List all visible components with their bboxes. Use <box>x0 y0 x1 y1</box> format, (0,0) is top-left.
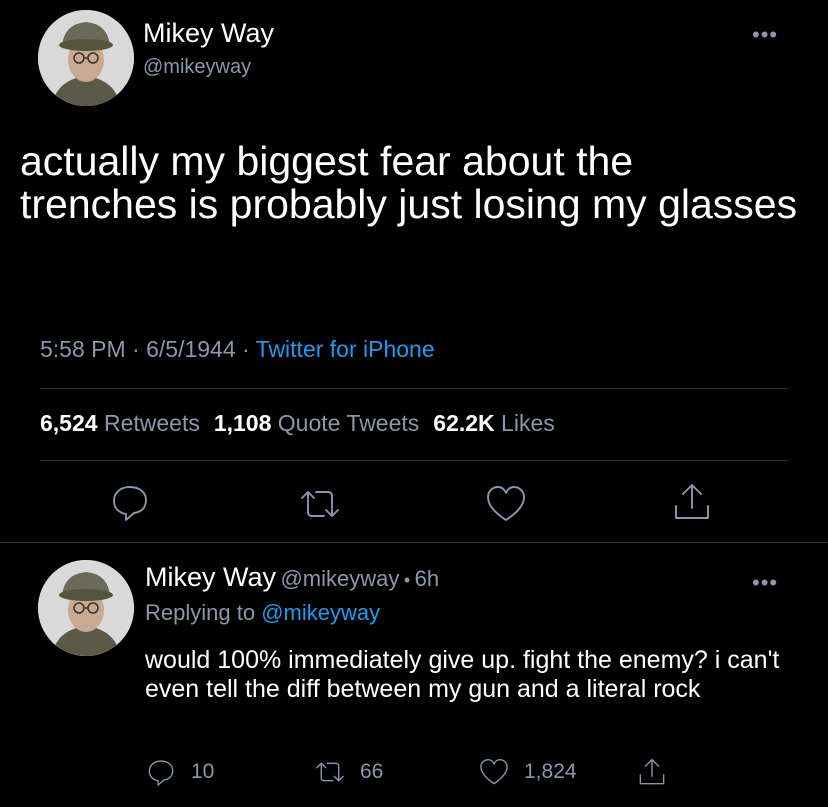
retweets-label: Retweets <box>103 410 200 436</box>
like-icon <box>480 758 508 785</box>
divider <box>40 460 788 461</box>
reply-author-handle[interactable]: @mikeyway <box>280 566 399 591</box>
meta-separator: · <box>235 336 256 362</box>
replying-to: Replying to @mikeyway <box>145 600 380 626</box>
like-icon <box>487 486 525 521</box>
retweet-count: 66 <box>360 760 384 783</box>
reply-icon <box>148 760 174 786</box>
likes-label: Likes <box>501 410 555 436</box>
reply-button[interactable] <box>108 480 152 524</box>
quotes-count: 1,108 <box>213 410 272 436</box>
replying-to-link[interactable]: @mikeyway <box>261 600 380 625</box>
tweet-source-link[interactable]: Twitter for iPhone <box>256 336 435 362</box>
retweet-icon <box>316 762 344 782</box>
reply-time[interactable]: 6h <box>415 566 439 591</box>
tweet-date[interactable]: 6/5/1944 <box>146 336 236 362</box>
tweet-text: actually my biggest fear about the trenc… <box>20 138 798 227</box>
reply-icon <box>113 486 147 521</box>
retweets-stat[interactable]: 6,524 Retweets <box>40 410 200 436</box>
reply-text: would 100% immediately give up. fight th… <box>145 646 780 703</box>
likes-count: 62.2K <box>433 410 495 436</box>
avatar-photo <box>38 560 134 656</box>
tweet-meta: 5:58 PM · 6/5/1944 · Twitter for iPhone <box>40 336 435 363</box>
reply-author-name[interactable]: Mikey Way <box>145 562 276 592</box>
tweet-time[interactable]: 5:58 PM <box>40 336 126 362</box>
reply-header: Mikey Way @mikeyway • 6h <box>145 562 439 593</box>
like-count: 1,824 <box>524 760 577 783</box>
author-handle[interactable]: @mikeyway <box>143 56 251 79</box>
reply-reply-button[interactable]: 10 <box>145 756 214 788</box>
avatar[interactable] <box>38 10 134 106</box>
reply-share-button[interactable] <box>636 756 682 788</box>
reply-like-button[interactable]: 1,824 <box>478 756 577 788</box>
share-button[interactable] <box>670 480 714 524</box>
quotes-label: Quote Tweets <box>277 410 420 436</box>
reply-avatar[interactable] <box>38 560 134 656</box>
more-options-icon[interactable]: ••• <box>752 24 778 46</box>
avatar-photo <box>38 10 134 106</box>
retweet-button[interactable] <box>298 482 342 526</box>
reply-more-options-icon[interactable]: ••• <box>752 572 778 594</box>
retweet-icon <box>301 491 339 517</box>
thread-divider <box>0 542 828 543</box>
tweet-stats: 6,524 Retweets 1,108 Quote Tweets 62.2K Li… <box>40 410 555 437</box>
share-icon <box>675 484 709 519</box>
share-icon <box>639 758 665 785</box>
header-dot: • <box>403 570 411 590</box>
retweets-count: 6,524 <box>40 410 98 436</box>
like-button[interactable] <box>484 482 528 526</box>
reply-retweet-button[interactable]: 66 <box>314 756 383 788</box>
quote-tweets-stat[interactable]: 1,108 Quote Tweets <box>214 410 419 436</box>
reply-count: 10 <box>191 760 215 783</box>
meta-separator: · <box>125 336 147 362</box>
divider <box>40 388 788 389</box>
replying-prefix: Replying to <box>145 600 256 625</box>
likes-stat[interactable]: 62.2K Likes <box>433 410 554 436</box>
author-name[interactable]: Mikey Way <box>143 18 274 49</box>
